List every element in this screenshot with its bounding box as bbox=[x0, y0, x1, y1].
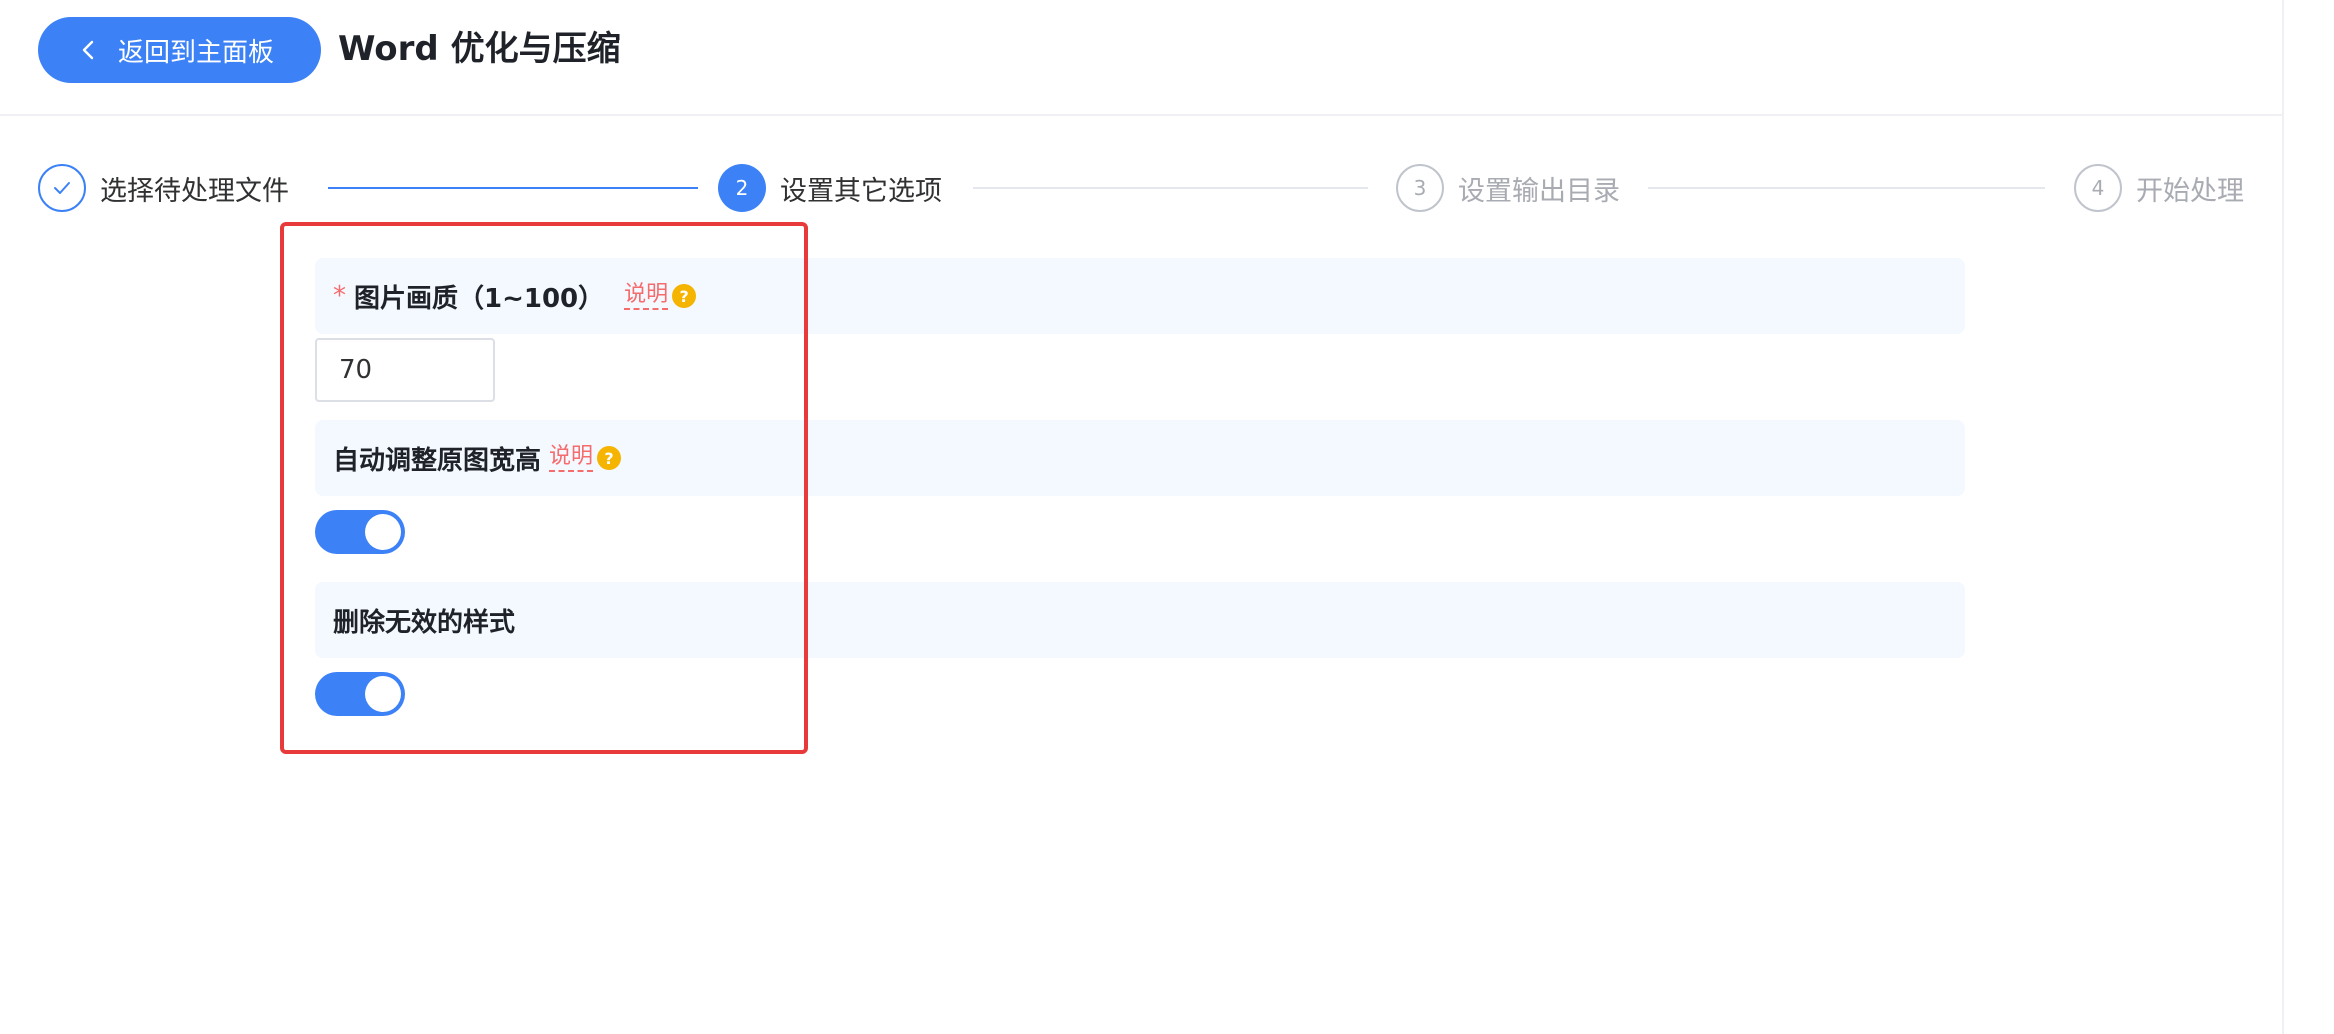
chevron-left-icon bbox=[82, 40, 94, 60]
step-number: 2 bbox=[718, 164, 766, 212]
step-select-files[interactable]: 选择待处理文件 bbox=[38, 160, 289, 216]
page-title: Word 优化与压缩 bbox=[338, 29, 621, 69]
stepper: 选择待处理文件 2 设置其它选项 3 设置输出目录 4 开始处理 bbox=[38, 160, 2244, 216]
page: 返回到主面板 Word 优化与压缩 选择待处理文件 2 设置其它选项 3 设置输… bbox=[0, 0, 2334, 1034]
remove-styles-label: 删除无效的样式 bbox=[333, 607, 516, 638]
right-divider bbox=[2282, 0, 2284, 1034]
step-number: 4 bbox=[2074, 164, 2122, 212]
step-other-options[interactable]: 2 设置其它选项 bbox=[718, 160, 942, 216]
remove-styles-toggle[interactable] bbox=[315, 672, 405, 716]
quality-explain-link[interactable]: 说明 bbox=[624, 282, 669, 310]
step-connector-3 bbox=[1648, 187, 2045, 189]
step-number: 3 bbox=[1396, 164, 1444, 212]
back-to-dashboard-button[interactable]: 返回到主面板 bbox=[38, 17, 321, 83]
auto-resize-toggle[interactable] bbox=[315, 510, 405, 554]
toggle-knob bbox=[365, 514, 401, 550]
auto-resize-explain-link[interactable]: 说明 bbox=[549, 444, 594, 472]
toggle-knob bbox=[365, 676, 401, 712]
step-output-dir[interactable]: 3 设置输出目录 bbox=[1396, 160, 1620, 216]
quality-label: 图片画质（1~100） bbox=[354, 283, 605, 314]
check-icon bbox=[38, 164, 86, 212]
step-connector-2 bbox=[973, 187, 1368, 189]
step-label: 选择待处理文件 bbox=[100, 175, 289, 207]
auto-resize-field-header: 自动调整原图宽高 说明 ? bbox=[315, 420, 1965, 496]
auto-resize-label: 自动调整原图宽高 bbox=[333, 445, 542, 476]
step-label: 设置输出目录 bbox=[1458, 175, 1620, 207]
step-label: 设置其它选项 bbox=[780, 175, 942, 207]
step-start[interactable]: 4 开始处理 bbox=[2074, 160, 2244, 216]
quality-field-header: * 图片画质（1~100） 说明 ? bbox=[315, 258, 1965, 334]
step-label: 开始处理 bbox=[2136, 175, 2244, 207]
help-icon[interactable]: ? bbox=[597, 446, 622, 470]
back-button-label: 返回到主面板 bbox=[118, 37, 275, 68]
step-connector-1 bbox=[328, 187, 698, 189]
required-mark: * bbox=[333, 281, 346, 311]
quality-input[interactable] bbox=[315, 338, 495, 402]
remove-styles-field-header: 删除无效的样式 bbox=[315, 582, 1965, 658]
header: 返回到主面板 Word 优化与压缩 bbox=[0, 0, 2282, 116]
help-icon[interactable]: ? bbox=[672, 284, 697, 308]
